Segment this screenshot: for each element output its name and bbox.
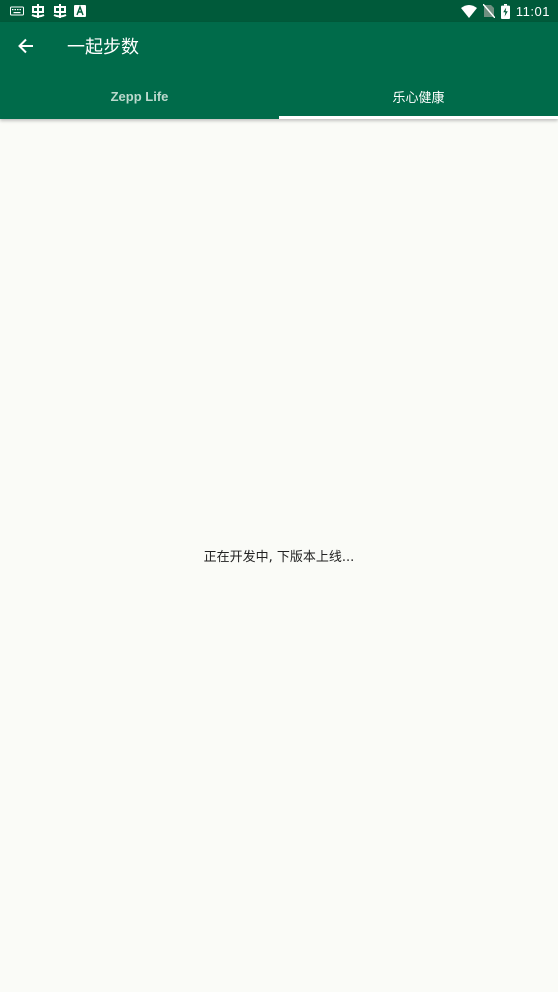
status-bar-left <box>10 0 86 22</box>
bug-icon <box>30 3 46 19</box>
app-bar: 一起步数 Zepp Life 乐心健康 <box>0 22 558 119</box>
status-bar-right: 11:01 <box>460 0 550 22</box>
tab-label: Zepp Life <box>110 89 169 104</box>
status-bar: 11:01 <box>0 0 558 22</box>
status-time: 11:01 <box>515 3 550 19</box>
no-sim-icon <box>482 4 495 18</box>
keyboard-icon <box>10 6 24 16</box>
arrow-back-icon <box>17 37 35 59</box>
back-button[interactable] <box>12 34 40 62</box>
page-title: 一起步数 <box>67 37 139 58</box>
tab-indicator <box>279 116 558 119</box>
tab-label: 乐心健康 <box>392 91 445 106</box>
tab-bar: Zepp Life 乐心健康 <box>0 74 558 119</box>
battery-charging-icon <box>500 3 510 19</box>
tab-lexin-health[interactable]: 乐心健康 <box>279 74 558 119</box>
placeholder-message: 正在开发中, 下版本上线... <box>203 550 355 565</box>
tab-zepp-life[interactable]: Zepp Life <box>0 74 279 119</box>
bug-icon <box>52 3 68 19</box>
a-box-icon <box>74 5 86 17</box>
wifi-icon <box>460 4 477 18</box>
